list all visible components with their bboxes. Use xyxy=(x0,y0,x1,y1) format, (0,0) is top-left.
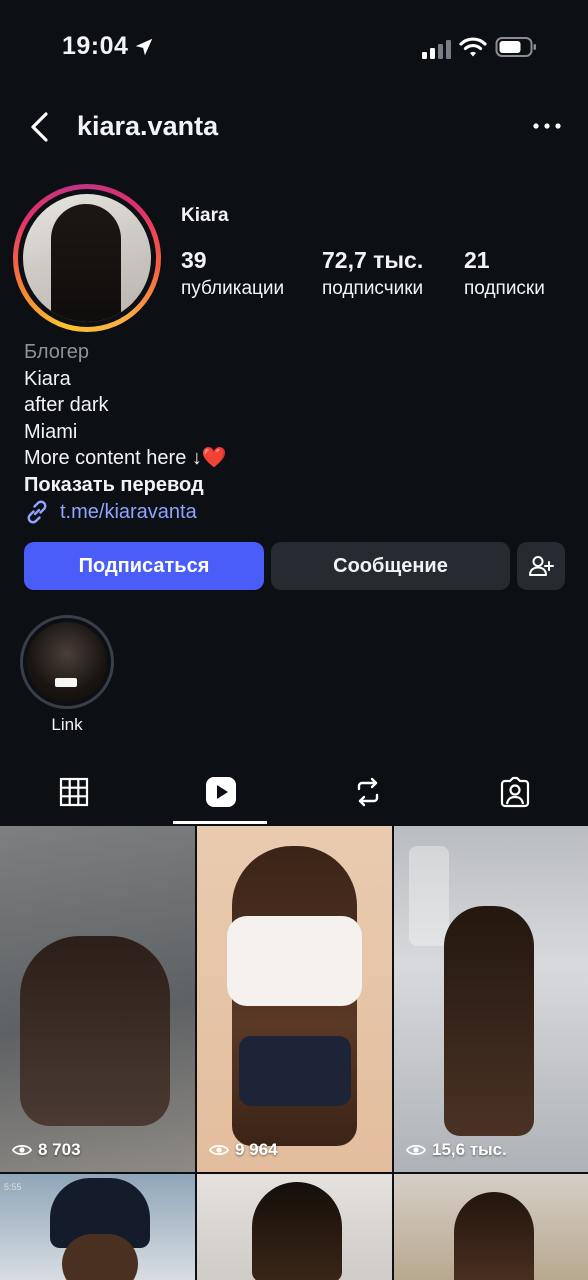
tagged-icon xyxy=(500,776,529,808)
reel-tile[interactable] xyxy=(394,1174,588,1280)
status-bar: 19:04 xyxy=(0,0,588,96)
tab-reels[interactable] xyxy=(147,760,294,824)
reel-tile[interactable]: 15,6 тыс. xyxy=(394,826,588,1172)
profile-tabs xyxy=(0,760,588,824)
grid-icon xyxy=(59,777,88,807)
display-name: Kiara xyxy=(181,205,229,226)
reel-subject xyxy=(444,906,534,1136)
top-nav: kiara.vanta xyxy=(0,96,588,158)
reel-tile[interactable]: 5:55 xyxy=(0,1174,195,1280)
heart-emoji: ❤️ xyxy=(201,447,227,469)
reel-subject xyxy=(62,1234,138,1280)
follow-button[interactable]: Подписаться xyxy=(24,542,264,590)
reels-grid: 8 703 9 964 15,6 тыс. 5:55 xyxy=(0,826,588,1280)
highlight-label: Link xyxy=(51,715,83,734)
wifi-icon xyxy=(459,37,487,57)
reel-view-count: 9 964 xyxy=(209,1140,278,1160)
stat-followers-value: 72,7 тыс. xyxy=(322,247,424,273)
tab-posts[interactable] xyxy=(0,760,147,824)
stat-followers-label: подписчики xyxy=(322,278,424,299)
message-button[interactable]: Сообщение xyxy=(271,542,510,590)
bio-external-link[interactable]: t.me/kiaravanta xyxy=(24,499,564,526)
reels-icon xyxy=(205,777,236,807)
bio-line: Kiara xyxy=(24,367,71,390)
avatar-photo xyxy=(23,194,151,322)
reel-lamp xyxy=(409,846,449,946)
bio-link-text: t.me/kiaravanta xyxy=(60,501,197,523)
stat-following-value: 21 xyxy=(464,247,490,273)
avatar-border xyxy=(18,189,156,327)
reposts-icon xyxy=(357,777,378,807)
status-time: 19:04 xyxy=(62,32,129,60)
stat-following-label: подписки xyxy=(464,278,545,299)
suggested-users-button[interactable] xyxy=(517,542,565,590)
reel-subject xyxy=(252,1182,342,1280)
stat-posts-label: публикации xyxy=(181,278,285,299)
bio-line: Miami xyxy=(24,420,78,443)
reel-tile[interactable] xyxy=(197,1174,392,1280)
reel-tile[interactable]: 8 703 xyxy=(0,826,195,1172)
reel-subject xyxy=(454,1192,534,1280)
active-tab-indicator xyxy=(173,821,267,824)
avatar-figure xyxy=(51,204,121,322)
cellular-signal-icon xyxy=(422,40,451,59)
reel-shirt xyxy=(227,916,362,1006)
reel-view-count: 15,6 тыс. xyxy=(406,1140,507,1160)
bio-line: after dark xyxy=(24,394,109,416)
bio-more-line: More content here ↓❤️ xyxy=(24,445,564,472)
bio-more-text: More content here ↓ xyxy=(24,447,202,469)
highlight-cover xyxy=(27,622,107,702)
profile-username: kiara.vanta xyxy=(77,111,219,141)
profile-avatar[interactable] xyxy=(13,184,161,332)
link-icon xyxy=(27,500,47,524)
stat-posts-value: 39 xyxy=(181,247,207,273)
reel-overlay-time: 5:55 xyxy=(4,1182,22,1192)
stat-posts: 39 публикации xyxy=(181,247,284,300)
back-chevron-icon[interactable] xyxy=(26,110,56,144)
reel-views: 8 703 xyxy=(38,1140,81,1159)
play-count-icon xyxy=(12,1144,32,1156)
tab-tagged[interactable] xyxy=(441,760,588,824)
add-user-icon xyxy=(529,556,554,576)
story-highlight[interactable]: Link xyxy=(20,615,114,735)
play-count-icon xyxy=(209,1144,229,1156)
profile-bio: Блогер Kiara after dark Miami More conte… xyxy=(24,339,564,526)
battery-icon xyxy=(495,37,536,57)
stat-followers[interactable]: 72,7 тыс. подписчики xyxy=(322,247,423,300)
stat-following[interactable]: 21 подписки xyxy=(464,247,545,300)
reel-view-count: 8 703 xyxy=(12,1140,81,1160)
show-translation-link[interactable]: Показать перевод xyxy=(24,472,564,499)
highlight-ring xyxy=(20,615,114,709)
reel-views: 9 964 xyxy=(235,1140,278,1159)
reel-shorts xyxy=(239,1036,351,1106)
highlight-link-sticker xyxy=(55,678,77,687)
reel-tile[interactable]: 9 964 xyxy=(197,826,392,1172)
location-arrow-icon xyxy=(135,38,153,56)
bio-category: Блогер xyxy=(24,341,90,363)
more-options-icon[interactable] xyxy=(530,118,564,134)
reel-views: 15,6 тыс. xyxy=(432,1140,507,1159)
reel-subject xyxy=(20,936,170,1126)
tab-reposts[interactable] xyxy=(294,760,441,824)
play-count-icon xyxy=(406,1144,426,1156)
